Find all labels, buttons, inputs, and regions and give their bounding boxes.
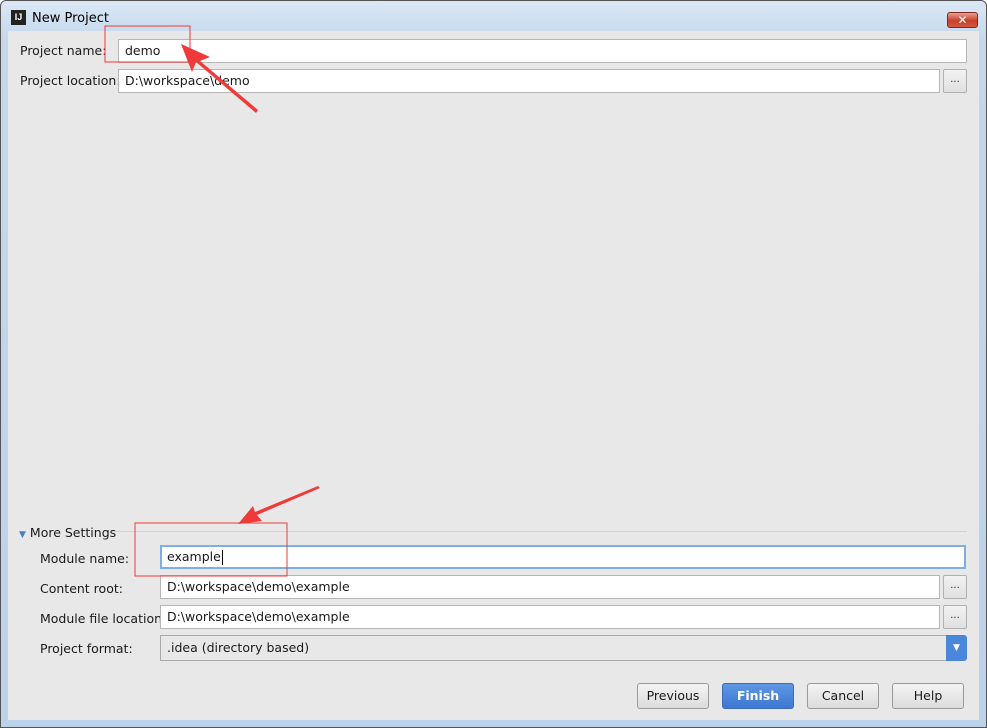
finish-button[interactable]: Finish bbox=[722, 683, 794, 709]
close-button[interactable]: ✕ bbox=[947, 12, 978, 28]
project-location-input[interactable]: D:\workspace\demo bbox=[118, 69, 940, 93]
title-bar: IJ New Project ✕ bbox=[1, 1, 986, 33]
cancel-button[interactable]: Cancel bbox=[807, 683, 879, 709]
content-root-input[interactable]: D:\workspace\demo\example bbox=[160, 575, 940, 599]
text-caret bbox=[221, 550, 223, 565]
module-name-value: example bbox=[167, 549, 221, 564]
project-name-label: Project name: bbox=[20, 43, 107, 58]
module-file-location-browse-button[interactable]: ... bbox=[943, 605, 967, 629]
content-root-label: Content root: bbox=[40, 581, 123, 596]
project-location-browse-button[interactable]: ... bbox=[943, 69, 967, 93]
module-name-input[interactable]: example bbox=[160, 545, 966, 569]
more-settings-label: More Settings bbox=[29, 525, 117, 540]
chevron-down-icon[interactable]: ▼ bbox=[946, 635, 967, 661]
module-file-location-input[interactable]: D:\workspace\demo\example bbox=[160, 605, 940, 629]
triangle-down-icon: ▼ bbox=[19, 530, 26, 540]
intellij-app-icon: IJ bbox=[11, 10, 26, 25]
project-format-select[interactable]: .idea (directory based) bbox=[160, 635, 947, 661]
help-button[interactable]: Help bbox=[892, 683, 964, 709]
project-name-input[interactable]: demo bbox=[118, 39, 967, 63]
project-format-label: Project format: bbox=[40, 641, 133, 656]
content-root-browse-button[interactable]: ... bbox=[943, 575, 967, 599]
separator bbox=[112, 531, 967, 532]
project-location-label: Project location: bbox=[20, 73, 121, 88]
module-file-location-label: Module file location: bbox=[40, 611, 167, 626]
module-name-label: Module name: bbox=[40, 551, 130, 566]
more-settings-toggle[interactable]: ▼ More Settings bbox=[19, 525, 116, 540]
previous-button[interactable]: Previous bbox=[637, 683, 709, 709]
window-title: New Project bbox=[32, 11, 109, 26]
